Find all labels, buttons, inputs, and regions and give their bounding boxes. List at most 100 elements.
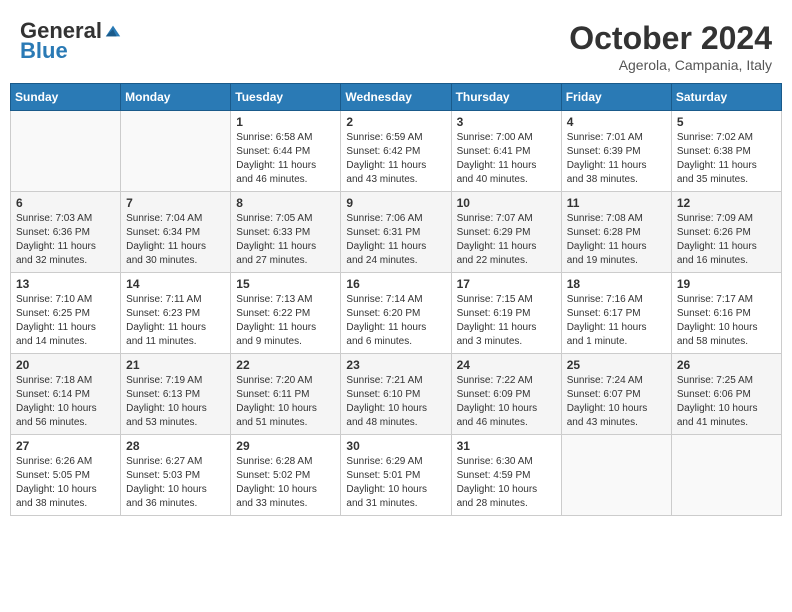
day-info: Sunrise: 7:25 AM Sunset: 6:06 PM Dayligh… (677, 374, 776, 430)
day-info: Sunrise: 7:24 AM Sunset: 6:07 PM Dayligh… (567, 374, 666, 430)
calendar-day-cell: 26 Sunrise: 7:25 AM Sunset: 6:06 PM Dayli… (671, 354, 781, 435)
calendar-day-cell: 14Sunrise: 7:11 AM Sunset: 6:23 PM Dayli… (121, 273, 231, 354)
calendar-week-row: 13Sunrise: 7:10 AM Sunset: 6:25 PM Dayli… (11, 273, 782, 354)
day-number: 26 (677, 358, 776, 372)
calendar-day-cell (121, 111, 231, 192)
day-number: 31 (457, 439, 556, 453)
calendar-day-cell (671, 435, 781, 516)
calendar-day-cell: 25 Sunrise: 7:24 AM Sunset: 6:07 PM Dayli… (561, 354, 671, 435)
calendar-day-cell: 22 Sunrise: 7:20 AM Sunset: 6:11 PM Dayli… (231, 354, 341, 435)
day-info: Sunrise: 7:10 AM Sunset: 6:25 PM Dayligh… (16, 293, 115, 349)
day-number: 24 (457, 358, 556, 372)
day-info: Sunrise: 7:16 AM Sunset: 6:17 PM Dayligh… (567, 293, 666, 349)
day-info: Sunrise: 6:58 AM Sunset: 6:44 PM Dayligh… (236, 131, 335, 187)
day-number: 2 (346, 115, 445, 129)
weekday-header-cell: Wednesday (341, 84, 451, 111)
weekday-header-cell: Tuesday (231, 84, 341, 111)
weekday-header-cell: Sunday (11, 84, 121, 111)
day-info: Sunrise: 7:18 AM Sunset: 6:14 PM Dayligh… (16, 374, 115, 430)
day-number: 7 (126, 196, 225, 210)
calendar-day-cell: 15Sunrise: 7:13 AM Sunset: 6:22 PM Dayli… (231, 273, 341, 354)
day-number: 4 (567, 115, 666, 129)
day-info: Sunrise: 6:26 AM Sunset: 5:05 PM Dayligh… (16, 455, 115, 511)
calendar-day-cell: 16 Sunrise: 7:14 AM Sunset: 6:20 PM Dayli… (341, 273, 451, 354)
calendar-week-row: 27 Sunrise: 6:26 AM Sunset: 5:05 PM Dayli… (11, 435, 782, 516)
day-number: 8 (236, 196, 335, 210)
day-number: 20 (16, 358, 115, 372)
calendar-day-cell: 13Sunrise: 7:10 AM Sunset: 6:25 PM Dayli… (11, 273, 121, 354)
day-info: Sunrise: 6:59 AM Sunset: 6:42 PM Dayligh… (346, 131, 445, 187)
logo-icon (104, 22, 122, 40)
day-number: 17 (457, 277, 556, 291)
day-info: Sunrise: 7:20 AM Sunset: 6:11 PM Dayligh… (236, 374, 335, 430)
calendar-day-cell: 8 Sunrise: 7:05 AM Sunset: 6:33 PM Daylig… (231, 192, 341, 273)
calendar-day-cell: 2 Sunrise: 6:59 AM Sunset: 6:42 PM Daylig… (341, 111, 451, 192)
day-info: Sunrise: 7:09 AM Sunset: 6:26 PM Dayligh… (677, 212, 776, 268)
day-number: 21 (126, 358, 225, 372)
day-info: Sunrise: 7:22 AM Sunset: 6:09 PM Dayligh… (457, 374, 556, 430)
calendar-day-cell: 1 Sunrise: 6:58 AM Sunset: 6:44 PM Daylig… (231, 111, 341, 192)
logo: General Blue (20, 20, 122, 64)
calendar-week-row: 20 Sunrise: 7:18 AM Sunset: 6:14 PM Dayli… (11, 354, 782, 435)
calendar-day-cell: 28Sunrise: 6:27 AM Sunset: 5:03 PM Dayli… (121, 435, 231, 516)
title-block: October 2024 Agerola, Campania, Italy (569, 20, 772, 73)
calendar-day-cell: 24 Sunrise: 7:22 AM Sunset: 6:09 PM Dayli… (451, 354, 561, 435)
calendar-day-cell: 31 Sunrise: 6:30 AM Sunset: 4:59 PM Dayli… (451, 435, 561, 516)
location-text: Agerola, Campania, Italy (569, 57, 772, 73)
day-info: Sunrise: 7:05 AM Sunset: 6:33 PM Dayligh… (236, 212, 335, 268)
calendar-week-row: 1 Sunrise: 6:58 AM Sunset: 6:44 PM Daylig… (11, 111, 782, 192)
calendar-day-cell: 3 Sunrise: 7:00 AM Sunset: 6:41 PM Daylig… (451, 111, 561, 192)
day-info: Sunrise: 7:02 AM Sunset: 6:38 PM Dayligh… (677, 131, 776, 187)
day-number: 19 (677, 277, 776, 291)
calendar-day-cell (561, 435, 671, 516)
calendar-day-cell: 5Sunrise: 7:02 AM Sunset: 6:38 PM Daylig… (671, 111, 781, 192)
day-number: 1 (236, 115, 335, 129)
calendar-body: 1 Sunrise: 6:58 AM Sunset: 6:44 PM Daylig… (11, 111, 782, 516)
day-number: 23 (346, 358, 445, 372)
calendar-day-cell: 18 Sunrise: 7:16 AM Sunset: 6:17 PM Dayli… (561, 273, 671, 354)
day-info: Sunrise: 7:17 AM Sunset: 6:16 PM Dayligh… (677, 293, 776, 349)
calendar-day-cell: 20 Sunrise: 7:18 AM Sunset: 6:14 PM Dayli… (11, 354, 121, 435)
day-info: Sunrise: 6:28 AM Sunset: 5:02 PM Dayligh… (236, 455, 335, 511)
day-info: Sunrise: 7:04 AM Sunset: 6:34 PM Dayligh… (126, 212, 225, 268)
logo-blue-text: Blue (20, 38, 68, 64)
day-number: 16 (346, 277, 445, 291)
month-title: October 2024 (569, 20, 772, 57)
day-number: 28 (126, 439, 225, 453)
calendar-day-cell (11, 111, 121, 192)
day-number: 18 (567, 277, 666, 291)
day-number: 30 (346, 439, 445, 453)
calendar-day-cell: 27 Sunrise: 6:26 AM Sunset: 5:05 PM Dayli… (11, 435, 121, 516)
day-number: 11 (567, 196, 666, 210)
page-header: General Blue October 2024 Agerola, Campa… (10, 10, 782, 78)
day-number: 3 (457, 115, 556, 129)
calendar-table: SundayMondayTuesdayWednesdayThursdayFrid… (10, 83, 782, 516)
calendar-day-cell: 7 Sunrise: 7:04 AM Sunset: 6:34 PM Daylig… (121, 192, 231, 273)
calendar-day-cell: 10Sunrise: 7:07 AM Sunset: 6:29 PM Dayli… (451, 192, 561, 273)
day-number: 25 (567, 358, 666, 372)
day-number: 27 (16, 439, 115, 453)
calendar-week-row: 6 Sunrise: 7:03 AM Sunset: 6:36 PM Daylig… (11, 192, 782, 273)
day-number: 6 (16, 196, 115, 210)
weekday-header-cell: Saturday (671, 84, 781, 111)
day-info: Sunrise: 7:00 AM Sunset: 6:41 PM Dayligh… (457, 131, 556, 187)
weekday-header-row: SundayMondayTuesdayWednesdayThursdayFrid… (11, 84, 782, 111)
calendar-day-cell: 19 Sunrise: 7:17 AM Sunset: 6:16 PM Dayli… (671, 273, 781, 354)
calendar-day-cell: 11Sunrise: 7:08 AM Sunset: 6:28 PM Dayli… (561, 192, 671, 273)
day-number: 22 (236, 358, 335, 372)
weekday-header-cell: Thursday (451, 84, 561, 111)
day-info: Sunrise: 7:03 AM Sunset: 6:36 PM Dayligh… (16, 212, 115, 268)
weekday-header-cell: Friday (561, 84, 671, 111)
day-info: Sunrise: 7:15 AM Sunset: 6:19 PM Dayligh… (457, 293, 556, 349)
calendar-day-cell: 23Sunrise: 7:21 AM Sunset: 6:10 PM Dayli… (341, 354, 451, 435)
day-info: Sunrise: 6:30 AM Sunset: 4:59 PM Dayligh… (457, 455, 556, 511)
day-info: Sunrise: 7:19 AM Sunset: 6:13 PM Dayligh… (126, 374, 225, 430)
weekday-header-cell: Monday (121, 84, 231, 111)
day-info: Sunrise: 7:14 AM Sunset: 6:20 PM Dayligh… (346, 293, 445, 349)
day-info: Sunrise: 6:29 AM Sunset: 5:01 PM Dayligh… (346, 455, 445, 511)
day-info: Sunrise: 7:11 AM Sunset: 6:23 PM Dayligh… (126, 293, 225, 349)
calendar-day-cell: 9Sunrise: 7:06 AM Sunset: 6:31 PM Daylig… (341, 192, 451, 273)
calendar-day-cell: 4Sunrise: 7:01 AM Sunset: 6:39 PM Daylig… (561, 111, 671, 192)
day-number: 15 (236, 277, 335, 291)
calendar-day-cell: 12Sunrise: 7:09 AM Sunset: 6:26 PM Dayli… (671, 192, 781, 273)
